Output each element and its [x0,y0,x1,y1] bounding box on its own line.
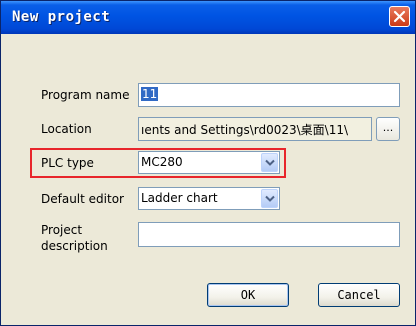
plc-type-highlight [30,148,286,178]
project-description-label-line1: Project [41,223,83,237]
default-editor-value: Ladder chart [141,191,218,205]
new-project-dialog: New project Program name 11 Location ıen… [0,0,416,326]
location-value: ıents and Settings\rd0023\桌面\11\ [141,123,349,137]
program-name-input[interactable]: 11 [138,83,400,107]
project-description-input[interactable] [138,222,400,247]
default-editor-select[interactable]: Ladder chart [138,187,280,210]
close-icon [393,10,406,23]
program-name-value: 11 [141,87,159,101]
cancel-button[interactable]: Cancel [318,283,400,307]
browse-button[interactable]: ... [376,117,400,141]
ok-button[interactable]: OK [207,283,289,307]
project-description-label-line2: description [41,239,108,253]
default-editor-label: Default editor [41,192,124,206]
default-editor-dropdown-button[interactable] [261,189,278,208]
location-input[interactable]: ıents and Settings\rd0023\桌面\11\ [138,117,372,141]
chevron-down-icon [265,195,275,202]
title-bar: New project [1,1,415,34]
close-button[interactable] [389,6,410,27]
program-name-label: Program name [41,88,130,102]
location-label: Location [41,122,92,136]
dialog-title: New project [12,9,111,25]
